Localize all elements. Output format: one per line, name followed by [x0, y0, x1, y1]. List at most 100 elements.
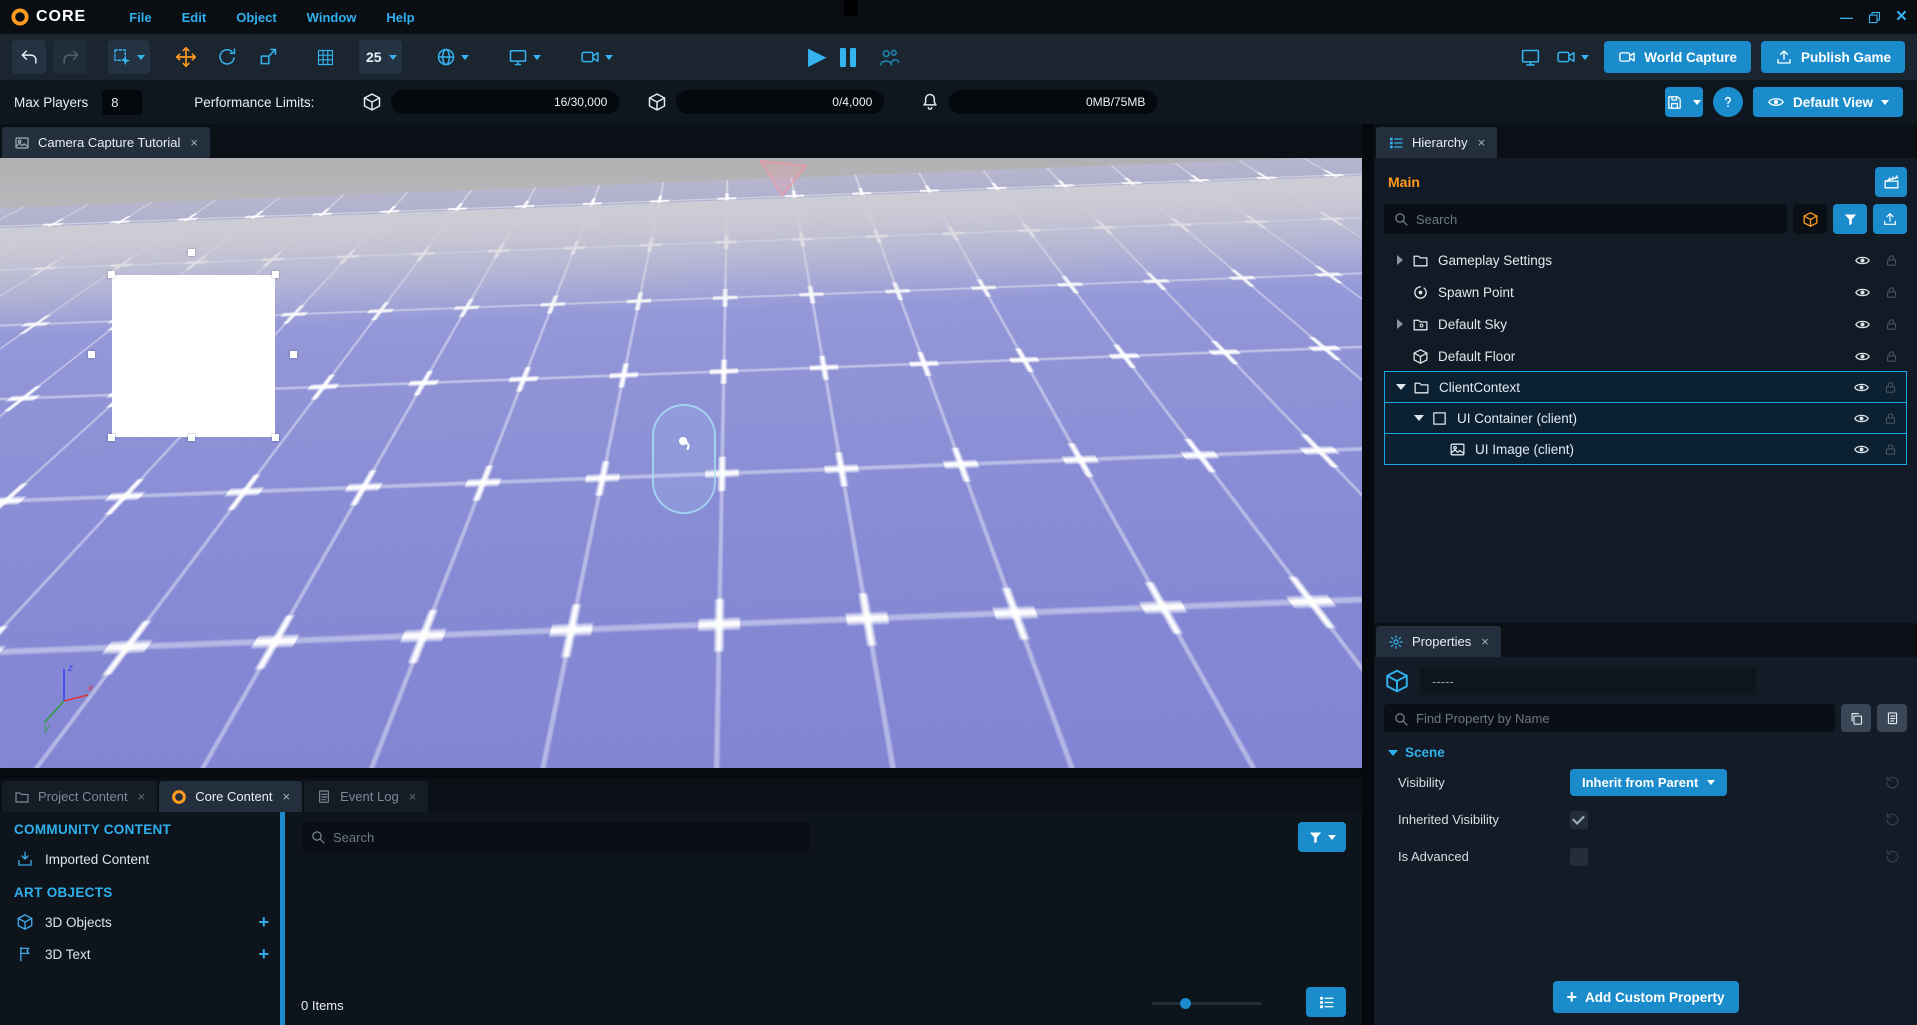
tab-core-content[interactable]: Core Content ×	[159, 781, 302, 812]
expander-icon[interactable]	[1394, 319, 1406, 329]
max-players-input[interactable]	[102, 90, 142, 115]
close-icon[interactable]: ×	[190, 135, 198, 150]
tab-properties[interactable]: Properties ×	[1376, 626, 1501, 657]
paste-properties-button[interactable]	[1877, 704, 1907, 732]
tree-row-ui-container[interactable]: UI Container (client)	[1384, 402, 1907, 434]
is-advanced-checkbox[interactable]	[1570, 848, 1588, 866]
world-space-dropdown[interactable]	[431, 40, 474, 74]
close-icon[interactable]: ×	[409, 789, 417, 804]
lock-icon[interactable]	[1883, 411, 1898, 426]
add-icon[interactable]: +	[258, 913, 269, 931]
minimize-button[interactable]: —	[1840, 10, 1853, 25]
menu-window[interactable]: Window	[292, 10, 372, 25]
scene-capture-button[interactable]	[1875, 167, 1907, 197]
restore-button[interactable]	[1867, 10, 1882, 25]
reset-icon[interactable]	[1884, 848, 1901, 865]
panel-splitter[interactable]	[1362, 124, 1374, 1025]
capture-dropdown[interactable]	[1551, 40, 1594, 74]
menu-help[interactable]: Help	[371, 10, 429, 25]
sidebar-item-imported-content[interactable]: Imported Content	[0, 843, 285, 875]
screen-mode-dropdown[interactable]	[503, 40, 546, 74]
thumbnail-size-slider[interactable]	[1152, 1002, 1262, 1005]
visibility-eye-icon[interactable]	[1853, 410, 1870, 427]
snap-grid-button[interactable]	[308, 40, 342, 74]
resize-handle[interactable]	[88, 351, 95, 358]
lock-icon[interactable]	[1884, 285, 1899, 300]
viewport-display-button[interactable]	[1520, 47, 1541, 68]
resize-handle[interactable]	[108, 271, 115, 278]
hierarchy-root-label[interactable]: Main	[1384, 174, 1420, 190]
play-button[interactable]: ▶	[808, 45, 826, 69]
visibility-eye-icon[interactable]	[1854, 252, 1871, 269]
save-button[interactable]	[1665, 87, 1703, 117]
expander-icon[interactable]	[1395, 384, 1407, 390]
close-icon[interactable]: ×	[1481, 634, 1489, 649]
tree-row-spawn-point[interactable]: Spawn Point	[1384, 276, 1907, 308]
redo-button[interactable]	[53, 40, 87, 74]
resize-handle[interactable]	[188, 434, 195, 441]
expander-icon[interactable]	[1394, 255, 1406, 265]
visibility-eye-icon[interactable]	[1853, 441, 1870, 458]
content-filter-button[interactable]	[1298, 822, 1346, 852]
add-icon[interactable]: +	[258, 945, 269, 963]
property-search-input[interactable]	[1384, 704, 1835, 732]
reset-icon[interactable]	[1884, 811, 1901, 828]
copy-properties-button[interactable]	[1841, 704, 1871, 732]
lock-icon[interactable]	[1883, 380, 1898, 395]
world-capture-button[interactable]: World Capture	[1604, 41, 1751, 73]
view-mode-button[interactable]	[1306, 987, 1346, 1017]
tree-row-default-floor[interactable]: Default Floor	[1384, 340, 1907, 372]
pause-button[interactable]	[840, 48, 856, 67]
rotate-tool-button[interactable]	[210, 40, 244, 74]
hierarchy-search-input[interactable]	[1384, 204, 1787, 234]
camera-mode-dropdown[interactable]	[575, 40, 618, 74]
resize-handle[interactable]	[290, 351, 297, 358]
tab-hierarchy[interactable]: Hierarchy ×	[1376, 127, 1497, 158]
resize-handle[interactable]	[188, 249, 195, 256]
lock-icon[interactable]	[1883, 442, 1898, 457]
tab-camera-capture-tutorial[interactable]: Camera Capture Tutorial ×	[2, 127, 210, 158]
grid-size-dropdown[interactable]: 25	[359, 40, 402, 74]
sidebar-item-3d-text[interactable]: 3D Text +	[0, 938, 285, 970]
tree-row-gameplay-settings[interactable]: Gameplay Settings	[1384, 244, 1907, 276]
expander-icon[interactable]	[1413, 415, 1425, 421]
player-ghost-capsule[interactable]	[652, 404, 716, 514]
resize-handle[interactable]	[272, 434, 279, 441]
help-button[interactable]	[1713, 87, 1743, 117]
close-icon[interactable]: ×	[283, 789, 291, 804]
tree-row-clientcontext[interactable]: ClientContext	[1384, 371, 1907, 403]
reset-icon[interactable]	[1884, 774, 1901, 791]
tab-project-content[interactable]: Project Content ×	[2, 781, 157, 812]
default-view-dropdown[interactable]: Default View	[1753, 87, 1903, 117]
lock-icon[interactable]	[1884, 349, 1899, 364]
tab-event-log[interactable]: Event Log ×	[304, 781, 428, 812]
menu-file[interactable]: File	[114, 10, 166, 25]
add-custom-property-button[interactable]: + Add Custom Property	[1552, 981, 1738, 1013]
tree-row-ui-image[interactable]: UI Image (client)	[1384, 433, 1907, 465]
visibility-dropdown[interactable]: Inherit from Parent	[1570, 769, 1727, 796]
visibility-eye-icon[interactable]	[1854, 348, 1871, 365]
slider-knob[interactable]	[1180, 998, 1191, 1009]
menu-edit[interactable]: Edit	[167, 10, 222, 25]
close-icon[interactable]: ×	[1478, 135, 1486, 150]
templates-button[interactable]	[1793, 204, 1827, 234]
viewport-3d[interactable]: z x y	[0, 158, 1362, 768]
lock-icon[interactable]	[1884, 317, 1899, 332]
inherited-visibility-checkbox[interactable]	[1570, 811, 1588, 829]
hierarchy-filter-button[interactable]	[1833, 204, 1867, 234]
resize-handle[interactable]	[272, 271, 279, 278]
select-tool-dropdown[interactable]	[108, 40, 150, 74]
resize-handle[interactable]	[108, 434, 115, 441]
visibility-eye-icon[interactable]	[1853, 379, 1870, 396]
sidebar-item-3d-objects[interactable]: 3D Objects +	[0, 906, 285, 938]
ui-image-overlay[interactable]	[112, 275, 275, 437]
collapse-all-button[interactable]	[1873, 204, 1907, 234]
section-scene[interactable]: Scene	[1388, 745, 1907, 760]
content-search-input[interactable]	[301, 822, 811, 852]
close-icon[interactable]: ×	[138, 789, 146, 804]
scale-tool-button[interactable]	[251, 40, 285, 74]
multiplayer-preview-button[interactable]	[878, 46, 901, 69]
visibility-eye-icon[interactable]	[1854, 284, 1871, 301]
publish-game-button[interactable]: Publish Game	[1761, 41, 1905, 73]
move-tool-button[interactable]	[169, 40, 203, 74]
